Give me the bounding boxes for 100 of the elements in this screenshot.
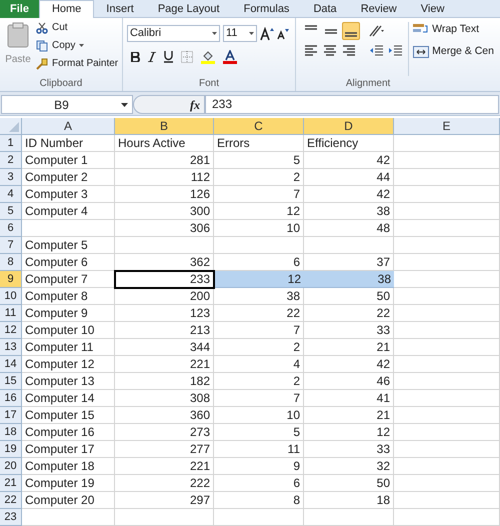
table-cell: 300 <box>115 203 214 220</box>
column-header[interactable]: A <box>22 118 115 135</box>
ribbon-tab[interactable]: Review <box>348 0 409 18</box>
shrink-font-icon[interactable] <box>276 28 289 40</box>
clipboard-icon[interactable] <box>7 22 29 48</box>
row-header[interactable]: 15 <box>0 373 22 390</box>
table-cell: 10 <box>214 407 304 424</box>
ribbon-tab[interactable]: Page Layout <box>146 0 232 18</box>
align-left-icon[interactable] <box>304 44 318 57</box>
row-header[interactable]: 11 <box>0 305 22 322</box>
format-painter-button[interactable]: Format Painter <box>52 56 118 71</box>
italic-icon[interactable] <box>148 52 156 62</box>
ribbon-tab[interactable]: Data <box>301 0 349 18</box>
row-header[interactable]: 2 <box>0 152 22 169</box>
table-cell: 233 <box>115 271 214 288</box>
group-label: Clipboard <box>40 77 82 91</box>
insert-function-button[interactable]: fx <box>190 96 200 114</box>
row-header[interactable]: 20 <box>0 458 22 475</box>
row-header[interactable]: 6 <box>0 220 22 237</box>
row-header[interactable]: 23 <box>0 509 22 526</box>
row-header[interactable]: 8 <box>0 254 22 271</box>
corner-triangle-icon <box>9 122 19 132</box>
font-color-icon[interactable] <box>222 50 237 64</box>
row-header[interactable]: 10 <box>0 288 22 305</box>
underline-icon[interactable] <box>164 51 173 63</box>
ribbon-tab[interactable]: Insert <box>94 0 146 18</box>
paintbrush-icon[interactable] <box>36 58 48 70</box>
name-box[interactable]: B9 <box>1 95 133 114</box>
dropdown-icon[interactable] <box>79 44 84 47</box>
align-right-icon[interactable] <box>342 44 356 57</box>
copy-button[interactable]: Copy <box>52 38 76 53</box>
table-cell: 306 <box>115 220 214 237</box>
table-cell: 9 <box>214 458 304 475</box>
table-cell: 11 <box>214 441 304 458</box>
row-header[interactable]: 13 <box>0 339 22 356</box>
row-header[interactable]: 21 <box>0 475 22 492</box>
row-header[interactable]: 4 <box>0 186 22 203</box>
borders-icon[interactable] <box>180 51 193 63</box>
table-cell: 21 <box>304 407 394 424</box>
font-size-field[interactable]: 11 <box>222 25 257 42</box>
scissors-icon[interactable] <box>36 22 48 34</box>
table-cell: 41 <box>304 390 394 407</box>
row-header[interactable]: 18 <box>0 424 22 441</box>
formula-input[interactable]: 233 <box>205 95 499 114</box>
row-header[interactable]: 1 <box>0 135 22 152</box>
row-header[interactable]: 17 <box>0 407 22 424</box>
table-cell: 10 <box>214 220 304 237</box>
table-cell: Computer 16 <box>22 424 115 441</box>
ribbon-tab[interactable]: Home <box>38 0 94 18</box>
table-cell: 38 <box>214 288 304 305</box>
wrap-text-button[interactable]: Wrap Text <box>432 22 480 38</box>
column-header[interactable]: E <box>394 118 500 135</box>
table-cell: 12 <box>214 271 304 288</box>
fill-color-icon[interactable] <box>200 50 215 64</box>
column-header[interactable]: D <box>304 118 394 135</box>
text-orientation-icon[interactable] <box>368 24 386 38</box>
merge-center-button[interactable]: Merge & Cen <box>432 44 494 60</box>
table-cell: 6 <box>214 475 304 492</box>
table-cell: 7 <box>214 390 304 407</box>
table-cell: 50 <box>304 288 394 305</box>
column-header[interactable]: B <box>115 118 214 135</box>
table-cell: 123 <box>115 305 214 322</box>
table-cell: 277 <box>115 441 214 458</box>
table-cell: Computer 7 <box>22 271 115 288</box>
table-cell: 7 <box>214 322 304 339</box>
column-header[interactable]: C <box>214 118 304 135</box>
row-header[interactable]: 12 <box>0 322 22 339</box>
row-header[interactable]: 3 <box>0 169 22 186</box>
row-header[interactable]: 19 <box>0 441 22 458</box>
row-header[interactable]: 22 <box>0 492 22 509</box>
table-cell: Computer 18 <box>22 458 115 475</box>
align-center-icon[interactable] <box>323 44 338 57</box>
row-header[interactable]: 14 <box>0 356 22 373</box>
merge-cells-icon[interactable] <box>413 44 430 59</box>
table-cell: 221 <box>115 458 214 475</box>
table-cell: Computer 12 <box>22 356 115 373</box>
ribbon-tab[interactable]: View <box>408 0 456 18</box>
row-header[interactable]: 5 <box>0 203 22 220</box>
ribbon-tab[interactable]: Formulas <box>232 0 302 18</box>
table-cell: 21 <box>304 339 394 356</box>
copy-icon[interactable] <box>36 40 48 52</box>
table-cell: 308 <box>115 390 214 407</box>
grow-font-icon[interactable] <box>260 26 274 40</box>
table-cell: 38 <box>304 271 394 288</box>
table-cell: Hours Active <box>115 135 214 152</box>
table-cell: Computer 8 <box>22 288 115 305</box>
increase-indent-icon[interactable] <box>388 44 402 57</box>
table-cell: 44 <box>304 169 394 186</box>
row-header[interactable]: 7 <box>0 237 22 254</box>
table-cell: Computer 3 <box>22 186 115 203</box>
file-tab[interactable]: File <box>0 0 39 18</box>
font-name-field[interactable]: Calibri <box>126 25 220 42</box>
cut-button[interactable]: Cut <box>52 20 68 35</box>
row-header[interactable]: 16 <box>0 390 22 407</box>
bold-icon[interactable] <box>130 52 140 62</box>
table-cell: 2 <box>214 169 304 186</box>
align-bottom-button[interactable] <box>342 22 360 40</box>
decrease-indent-icon[interactable] <box>369 44 384 57</box>
table-cell: 222 <box>115 475 214 492</box>
row-header[interactable]: 9 <box>0 271 22 288</box>
